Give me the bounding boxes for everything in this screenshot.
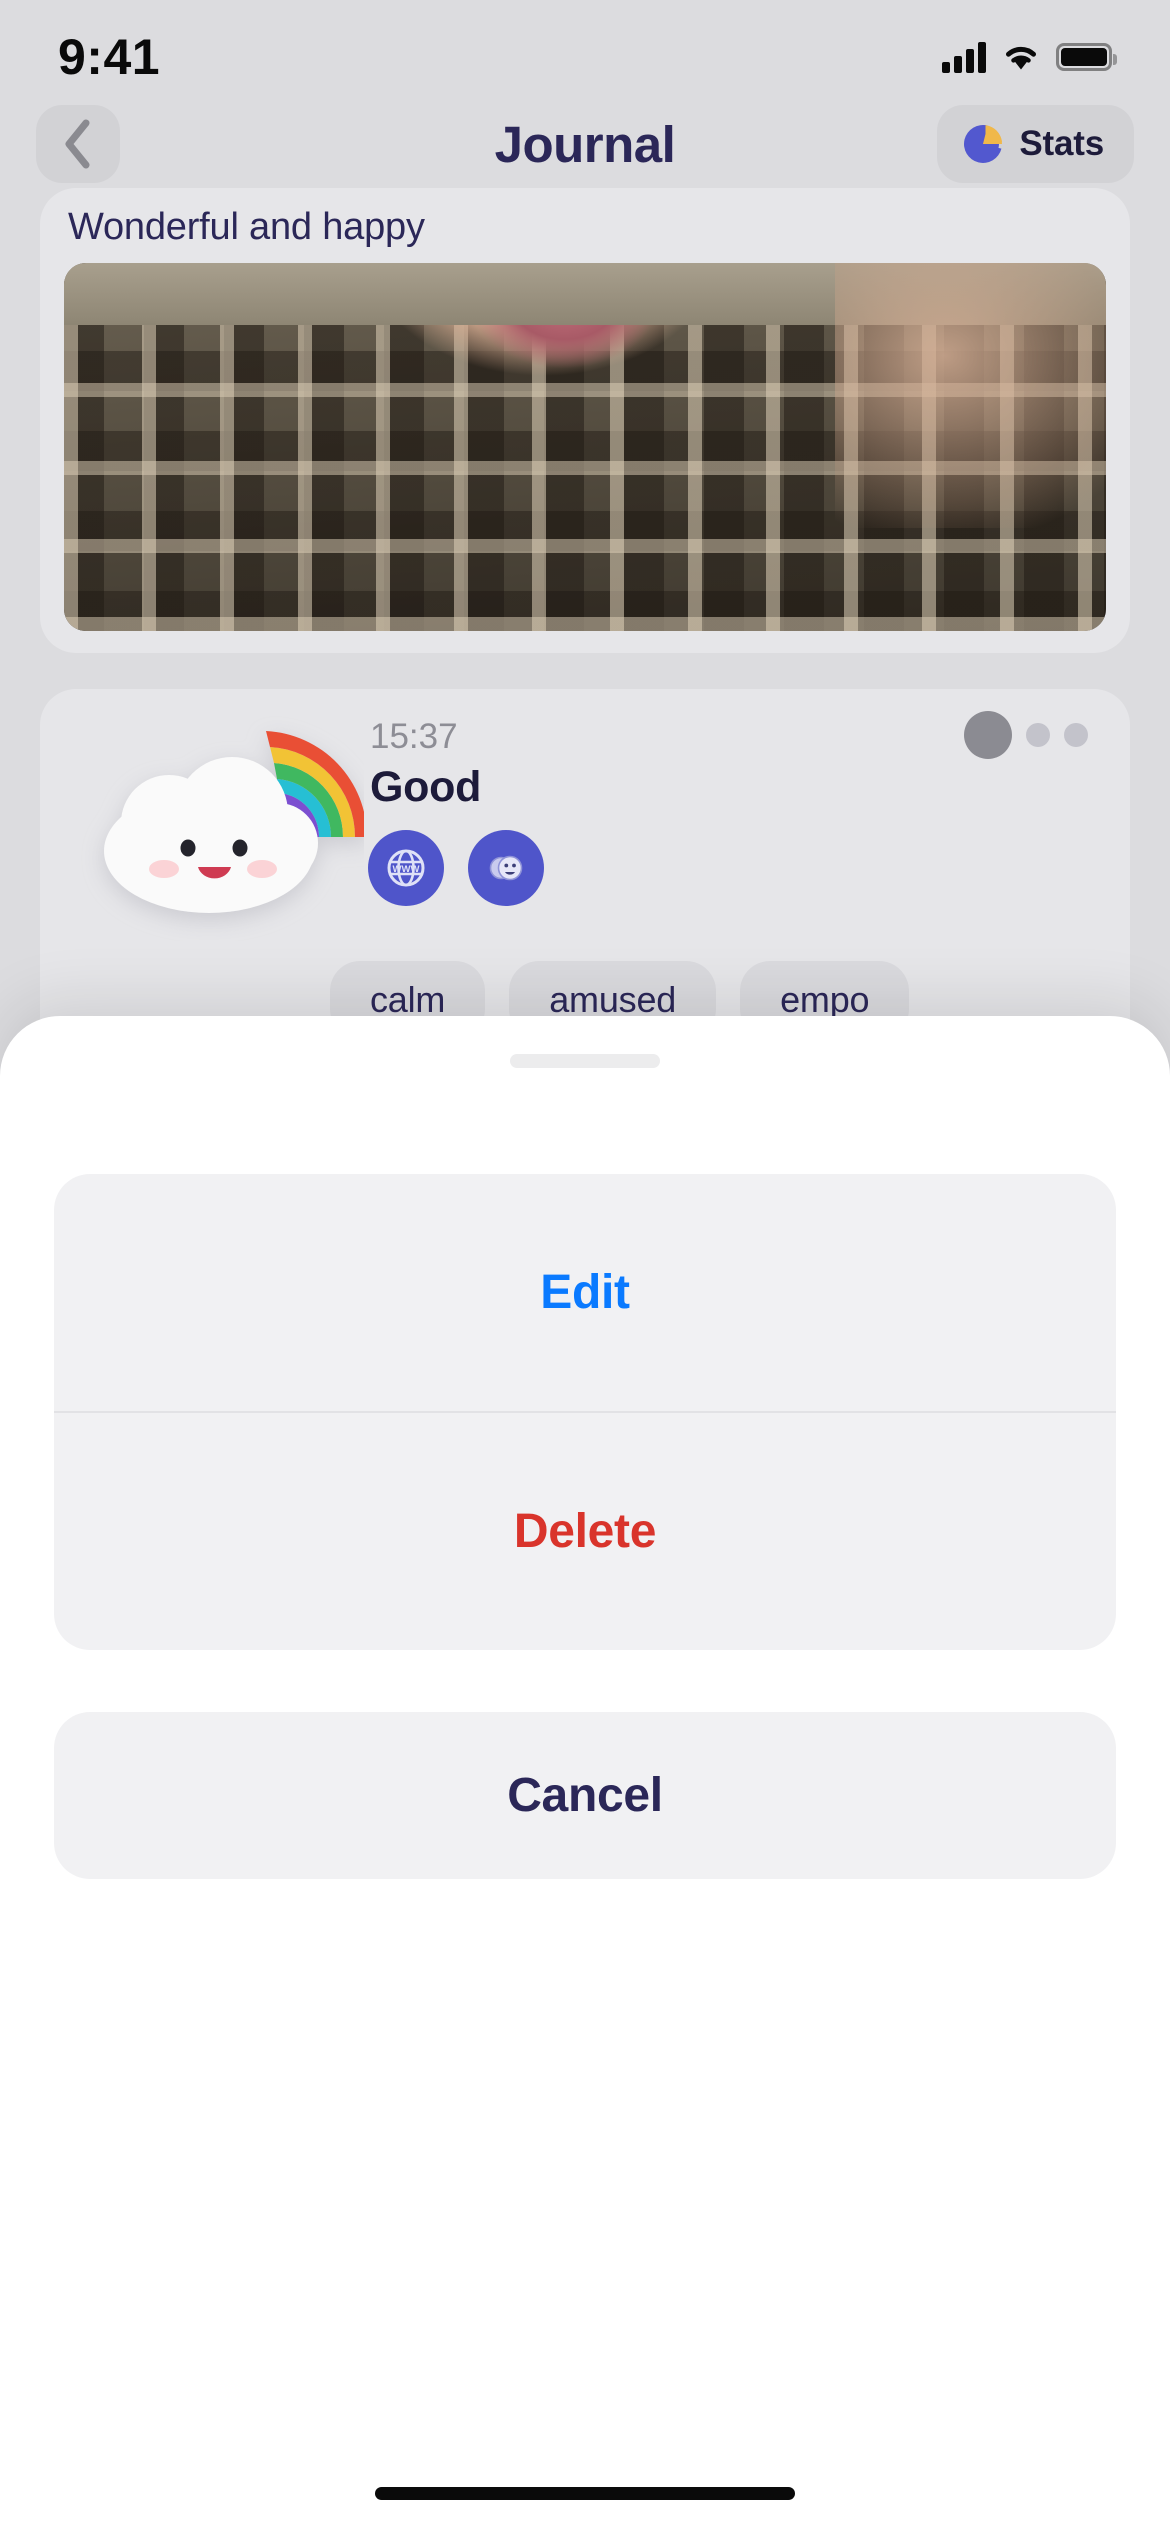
action-sheet: Edit Delete Cancel <box>0 1016 1170 2532</box>
pagination-dot[interactable] <box>1026 723 1050 747</box>
mood-entry-label: Good <box>370 763 482 811</box>
activity-badges: WWW <box>364 830 1106 906</box>
svg-text:WWW: WWW <box>393 864 420 875</box>
drag-handle[interactable] <box>510 1054 660 1068</box>
entry-title: Wonderful and happy <box>68 206 425 248</box>
chevron-left-icon <box>61 118 95 170</box>
cellular-signal-icon <box>942 41 986 73</box>
status-bar: 9:41 <box>0 0 1170 100</box>
pagination-dots[interactable] <box>964 711 1088 759</box>
battery-icon <box>1056 43 1117 71</box>
wifi-icon <box>1002 42 1040 72</box>
edit-button[interactable]: Edit <box>54 1174 1116 1411</box>
entry-photo[interactable] <box>64 263 1106 631</box>
navigation-bar: Journal Stats <box>0 105 1170 183</box>
phone-screen: 9:41 Journal Stats Wonderful and happy 1… <box>0 0 1170 2532</box>
home-indicator <box>375 2487 795 2500</box>
cancel-button[interactable]: Cancel <box>54 1712 1116 1879</box>
action-sheet-options: Edit Delete <box>54 1174 1116 1650</box>
cloud-rainbow-icon <box>64 711 368 941</box>
delete-button[interactable]: Delete <box>54 1413 1116 1650</box>
globe-www-icon[interactable]: WWW <box>368 830 444 906</box>
status-bar-indicators <box>942 41 1117 73</box>
journal-entry-card[interactable]: Wonderful and happy <box>40 188 1130 653</box>
status-bar-time: 9:41 <box>58 29 161 85</box>
pie-chart-icon <box>961 122 1005 166</box>
back-button[interactable] <box>36 105 120 183</box>
stats-button-label: Stats <box>1019 124 1104 163</box>
emoji-faces-icon[interactable] <box>468 830 544 906</box>
stats-button[interactable]: Stats <box>937 105 1134 183</box>
pagination-dot-active[interactable] <box>964 711 1012 759</box>
pagination-dot[interactable] <box>1064 723 1088 747</box>
